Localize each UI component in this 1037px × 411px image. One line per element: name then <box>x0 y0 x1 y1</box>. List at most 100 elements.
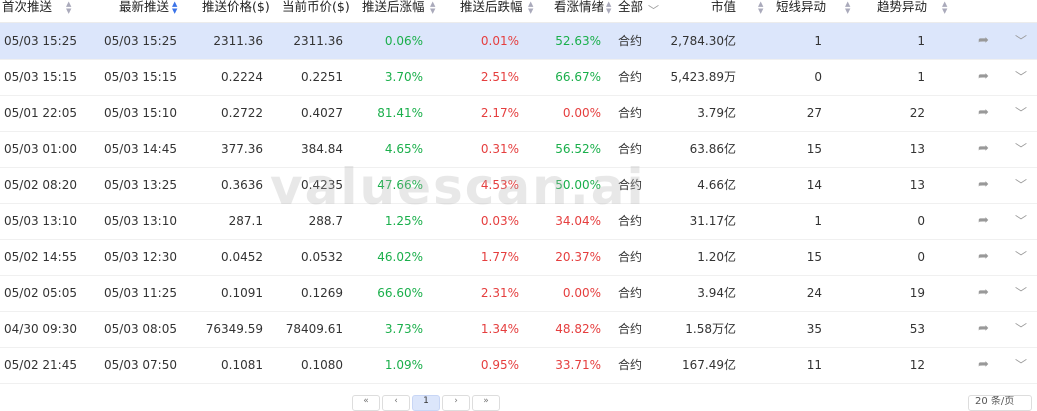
sort-icon[interactable]: ▲ ▼ <box>942 1 947 15</box>
short-move-count: 15 <box>806 142 822 156</box>
col-latest-push[interactable]: 最新推送 <box>119 0 169 22</box>
chevron-down-icon[interactable]: ﹀ <box>1015 275 1027 311</box>
market-cap: 63.86亿 <box>689 142 736 156</box>
first-push-time: 05/02 08:20 <box>4 178 77 192</box>
col-trend-move[interactable]: 趋势异动 <box>877 0 927 22</box>
table-row[interactable]: 04/30 09:30 05/03 08:05 76349.59 78409.61 3.… <box>0 311 1037 348</box>
bullish-sentiment: 56.52% <box>555 142 601 156</box>
chevron-down-icon[interactable]: ﹀ <box>1015 311 1027 347</box>
push-price: 76349.59 <box>205 322 263 336</box>
table-row[interactable]: 05/03 15:25 05/03 15:25 2311.36 2311.36 0.06… <box>0 23 1037 60</box>
current-price: 384.84 <box>301 142 343 156</box>
sort-icon[interactable]: ▲ ▼ <box>172 1 177 15</box>
trend-move-count: 12 <box>909 358 925 372</box>
col-fall-after[interactable]: 推送后跌幅 <box>460 0 523 22</box>
table-row[interactable]: 05/03 15:15 05/03 15:15 0.2224 0.2251 3.70% 2… <box>0 59 1037 96</box>
current-price: 0.1269 <box>301 286 343 300</box>
share-icon[interactable]: ➦ <box>978 239 989 275</box>
col-short-move[interactable]: 短线异动 <box>776 0 826 22</box>
rise-after-push: 81.41% <box>377 106 423 120</box>
last-page-button[interactable]: » <box>472 395 500 411</box>
table-row[interactable]: 05/03 13:10 05/03 13:10 287.1 288.7 1.25% 0.0… <box>0 203 1037 240</box>
table-row[interactable]: 05/01 22:05 05/03 15:10 0.2722 0.4027 81.41%… <box>0 95 1037 132</box>
chevron-down-icon[interactable]: ﹀ <box>1015 203 1027 239</box>
share-icon[interactable]: ➦ <box>978 167 989 203</box>
share-icon[interactable]: ➦ <box>978 131 989 167</box>
contract-type: 合约 <box>618 322 643 336</box>
share-icon[interactable]: ➦ <box>978 311 989 347</box>
share-icon[interactable]: ➦ <box>978 203 989 239</box>
table-header: 首次推送 ▲ ▼ 最新推送 ▲ ▼ 推送价格($) 当前币价($) 推送后涨幅 ▲ ▼… <box>0 0 1037 23</box>
bullish-sentiment: 66.67% <box>555 70 601 84</box>
short-move-count: 0 <box>814 70 822 84</box>
chevron-down-icon[interactable]: ﹀ <box>1015 131 1027 167</box>
chevron-down-icon[interactable]: ﹀ <box>1015 23 1027 59</box>
latest-push-time: 05/03 07:50 <box>104 358 177 372</box>
rise-after-push: 66.60% <box>377 286 423 300</box>
table-row[interactable]: 05/02 21:45 05/03 07:50 0.1081 0.1080 1.09% 0… <box>0 347 1037 384</box>
chevron-down-icon[interactable]: ﹀ <box>1015 347 1027 383</box>
short-move-count: 15 <box>806 250 822 264</box>
fall-after-push: 0.01% <box>480 34 519 48</box>
table-row[interactable]: 05/02 14:55 05/03 12:30 0.0452 0.0532 46.02%… <box>0 239 1037 276</box>
rise-after-push: 46.02% <box>377 250 423 264</box>
share-icon[interactable]: ➦ <box>978 23 989 59</box>
sort-icon[interactable]: ▲ ▼ <box>66 1 71 15</box>
chevron-down-icon[interactable]: ﹀ <box>1015 95 1027 131</box>
chevron-down-icon[interactable]: ﹀ <box>1015 59 1027 95</box>
short-move-count: 11 <box>806 358 822 372</box>
share-icon[interactable]: ➦ <box>978 95 989 131</box>
chevron-down-icon[interactable]: ﹀ <box>1015 167 1027 203</box>
rise-after-push: 1.25% <box>384 214 423 228</box>
chevron-down-icon[interactable]: ﹀ <box>1015 239 1027 275</box>
sort-icon[interactable]: ▲ ▼ <box>528 1 533 15</box>
rise-after-push: 1.09% <box>384 358 423 372</box>
bullish-sentiment: 0.00% <box>562 106 601 120</box>
col-rise-after[interactable]: 推送后涨幅 <box>362 0 425 22</box>
sort-icon[interactable]: ▲ ▼ <box>430 1 435 15</box>
sort-icon[interactable]: ▲ ▼ <box>758 1 763 15</box>
filter-all[interactable]: 全部 <box>618 0 643 22</box>
share-icon[interactable]: ➦ <box>978 59 989 95</box>
rise-after-push: 3.70% <box>384 70 423 84</box>
table-row[interactable]: 05/02 08:20 05/03 13:25 0.3636 0.4235 47.66%… <box>0 167 1037 204</box>
push-price: 0.3636 <box>221 178 263 192</box>
fall-after-push: 0.95% <box>480 358 519 372</box>
fall-after-push: 1.34% <box>480 322 519 336</box>
filter-icon[interactable]: ﹀ <box>648 2 659 18</box>
latest-push-time: 05/03 13:10 <box>104 214 177 228</box>
fall-after-push: 2.17% <box>480 106 519 120</box>
rise-after-push: 47.66% <box>377 178 423 192</box>
col-bullish[interactable]: 看涨情绪 <box>554 0 604 22</box>
bullish-sentiment: 52.63% <box>555 34 601 48</box>
bullish-sentiment: 20.37% <box>555 250 601 264</box>
share-icon[interactable]: ➦ <box>978 275 989 311</box>
col-first-push[interactable]: 首次推送 <box>2 0 52 22</box>
push-price: 377.36 <box>221 142 263 156</box>
latest-push-time: 05/03 14:45 <box>104 142 177 156</box>
rise-after-push: 4.65% <box>384 142 423 156</box>
bullish-sentiment: 33.71% <box>555 358 601 372</box>
market-cap: 4.66亿 <box>697 178 736 192</box>
page-size-select[interactable]: 20 条/页 <box>968 395 1032 411</box>
share-icon[interactable]: ➦ <box>978 347 989 383</box>
trend-move-count: 1 <box>917 70 925 84</box>
table-row[interactable]: 05/02 05:05 05/03 11:25 0.1091 0.1269 66.60%… <box>0 275 1037 312</box>
push-price: 0.2224 <box>221 70 263 84</box>
contract-type: 合约 <box>618 358 643 372</box>
latest-push-time: 05/03 12:30 <box>104 250 177 264</box>
latest-push-time: 05/03 13:25 <box>104 178 177 192</box>
col-market-cap[interactable]: 市值 <box>711 0 736 22</box>
sort-icon[interactable]: ▲ ▼ <box>606 1 611 15</box>
fall-after-push: 1.77% <box>480 250 519 264</box>
page-1-button[interactable]: 1 <box>412 395 440 411</box>
next-page-button[interactable]: › <box>442 395 470 411</box>
first-page-button[interactable]: « <box>352 395 380 411</box>
trend-move-count: 22 <box>909 106 925 120</box>
push-price: 287.1 <box>228 214 263 228</box>
first-push-time: 05/02 14:55 <box>4 250 77 264</box>
table-row[interactable]: 05/03 01:00 05/03 14:45 377.36 384.84 4.65% 0… <box>0 131 1037 168</box>
sort-icon[interactable]: ▲ ▼ <box>845 1 850 15</box>
market-cap: 3.79亿 <box>697 106 736 120</box>
prev-page-button[interactable]: ‹ <box>382 395 410 411</box>
